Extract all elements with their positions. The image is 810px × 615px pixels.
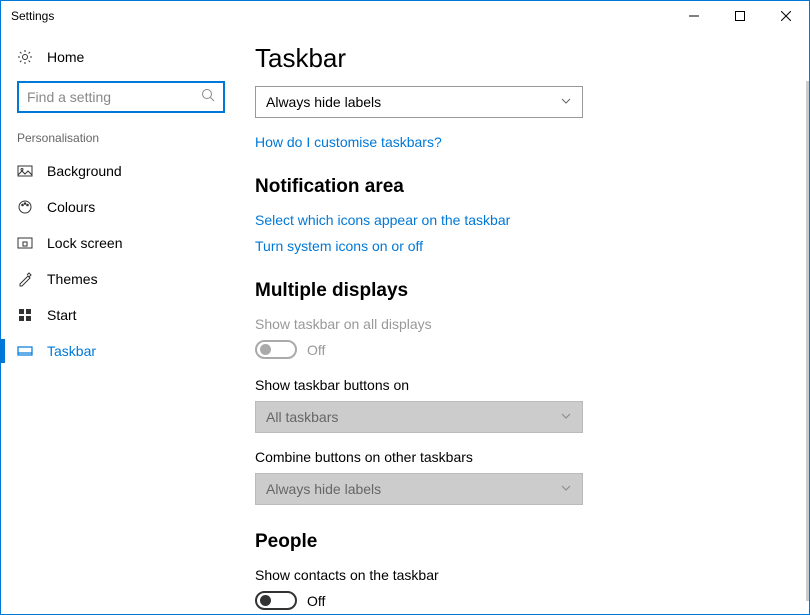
window-controls xyxy=(671,1,809,31)
select-icons-link[interactable]: Select which icons appear on the taskbar xyxy=(255,212,769,228)
show-buttons-on-dropdown: All taskbars xyxy=(255,401,583,433)
customise-taskbars-link[interactable]: How do I customise taskbars? xyxy=(255,134,769,150)
search-box[interactable] xyxy=(17,81,225,113)
dropdown-value: Always hide labels xyxy=(266,94,381,110)
show-taskbar-all-label: Show taskbar on all displays xyxy=(255,316,769,332)
sidebar-item-taskbar[interactable]: Taskbar xyxy=(1,333,241,369)
sidebar-item-background[interactable]: Background xyxy=(1,153,241,189)
show-contacts-toggle[interactable] xyxy=(255,591,297,610)
sidebar-item-lockscreen[interactable]: Lock screen xyxy=(1,225,241,261)
close-button[interactable] xyxy=(763,1,809,31)
start-icon xyxy=(17,307,33,323)
sidebar-section-label: Personalisation xyxy=(1,131,241,153)
gear-icon xyxy=(17,49,33,65)
show-contacts-label: Show contacts on the taskbar xyxy=(255,567,769,583)
taskbar-icon xyxy=(17,343,33,359)
maximize-button[interactable] xyxy=(717,1,763,31)
combine-other-dropdown: Always hide labels xyxy=(255,473,583,505)
notification-area-heading: Notification area xyxy=(255,176,769,198)
sidebar-item-label: Background xyxy=(47,163,122,179)
palette-icon xyxy=(17,199,33,215)
show-buttons-on-label: Show taskbar buttons on xyxy=(255,377,769,393)
main-panel: Taskbar Always hide labels How do I cust… xyxy=(241,31,809,614)
home-label: Home xyxy=(47,49,84,65)
sidebar-item-themes[interactable]: Themes xyxy=(1,261,241,297)
sidebar: Home Personalisation Background Colours xyxy=(1,31,241,614)
sidebar-item-colours[interactable]: Colours xyxy=(1,189,241,225)
chevron-down-icon xyxy=(560,481,572,497)
sidebar-item-label: Taskbar xyxy=(47,343,96,359)
sidebar-item-label: Start xyxy=(47,307,77,323)
system-icons-link[interactable]: Turn system icons on or off xyxy=(255,238,769,254)
sidebar-item-label: Lock screen xyxy=(47,235,122,251)
home-button[interactable]: Home xyxy=(1,43,241,75)
people-heading: People xyxy=(255,531,769,553)
dropdown-value: All taskbars xyxy=(266,409,338,425)
chevron-down-icon xyxy=(560,94,572,110)
page-title: Taskbar xyxy=(255,43,769,74)
sidebar-item-label: Colours xyxy=(47,199,95,215)
lockscreen-icon xyxy=(17,235,33,251)
themes-icon xyxy=(17,271,33,287)
toggle-state: Off xyxy=(307,342,325,358)
search-icon xyxy=(201,88,215,107)
sidebar-item-label: Themes xyxy=(47,271,98,287)
sidebar-item-start[interactable]: Start xyxy=(1,297,241,333)
search-input[interactable] xyxy=(27,89,197,105)
chevron-down-icon xyxy=(560,409,572,425)
titlebar: Settings xyxy=(1,1,809,31)
show-taskbar-all-toggle xyxy=(255,340,297,359)
multiple-displays-heading: Multiple displays xyxy=(255,280,769,302)
window-title: Settings xyxy=(11,9,54,23)
toggle-state: Off xyxy=(307,593,325,609)
combine-other-label: Combine buttons on other taskbars xyxy=(255,449,769,465)
combine-buttons-dropdown[interactable]: Always hide labels xyxy=(255,86,583,118)
minimize-button[interactable] xyxy=(671,1,717,31)
dropdown-value: Always hide labels xyxy=(266,481,381,497)
picture-icon xyxy=(17,163,33,179)
scrollbar-thumb[interactable] xyxy=(806,81,809,601)
